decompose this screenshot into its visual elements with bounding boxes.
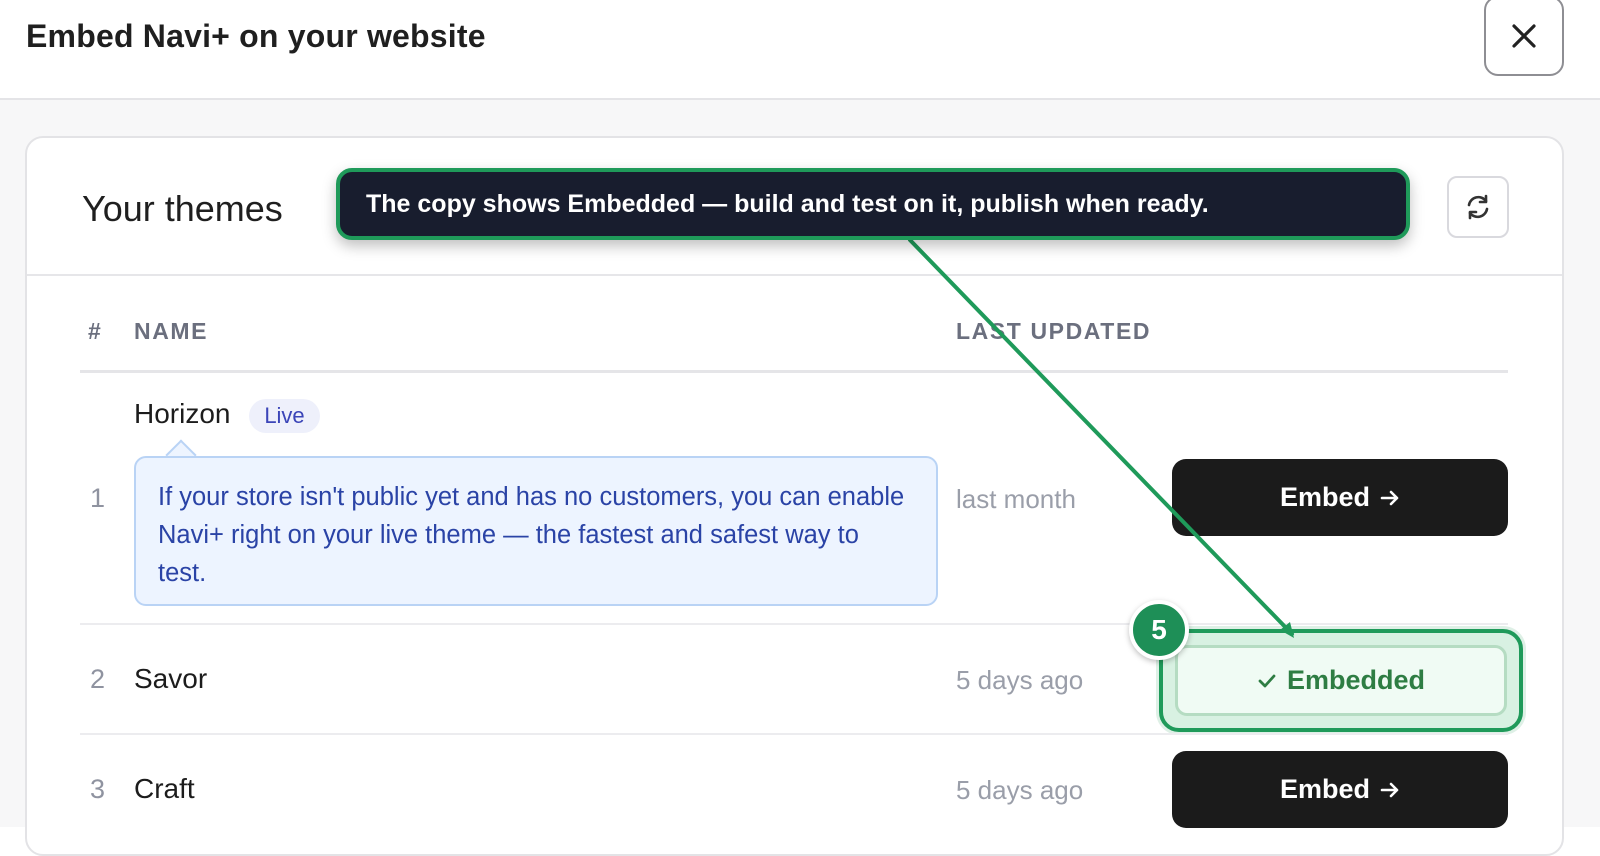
themes-card-title: Your themes [82, 188, 283, 229]
embed-button-horizon[interactable]: Embed [1172, 459, 1508, 536]
info-callout: If your store isn't public yet and has n… [134, 456, 938, 606]
highlight-ring: Embedded [1159, 629, 1523, 732]
close-icon [1512, 24, 1536, 48]
last-updated: 5 days ago [956, 775, 1084, 805]
refresh-button[interactable] [1447, 176, 1509, 238]
last-updated: 5 days ago [956, 665, 1084, 695]
row-number: 3 [90, 774, 106, 804]
column-header-name: NAME [134, 318, 209, 344]
refresh-icon [1467, 194, 1489, 220]
column-header-number: # [88, 318, 103, 344]
theme-name: Savor [134, 663, 208, 694]
step-number-badge: 5 [1129, 600, 1189, 660]
close-button[interactable] [1484, 0, 1564, 76]
live-badge: Live [249, 399, 320, 433]
row-divider [80, 733, 1508, 735]
arrow-right-icon [1380, 490, 1399, 505]
row-divider [80, 623, 1508, 625]
table-header-divider [80, 370, 1508, 373]
row-number: 2 [90, 664, 106, 694]
dialog-header: Embed Navi+ on your website [0, 0, 1600, 100]
embedded-button-label: Embedded [1286, 665, 1426, 695]
embedded-button-savor[interactable]: Embedded [1175, 645, 1507, 716]
check-icon [1258, 674, 1276, 687]
row-number: 1 [90, 483, 106, 513]
embed-button-label: Embed [1279, 482, 1371, 512]
embed-button-label: Embed [1279, 774, 1371, 804]
guide-tooltip: The copy shows Embedded — build and test… [336, 168, 1410, 240]
last-updated: last month [956, 484, 1076, 514]
theme-name: Horizon [134, 398, 231, 429]
theme-name: Craft [134, 773, 195, 804]
arrow-right-icon [1380, 782, 1399, 797]
dialog-title: Embed Navi+ on your website [26, 18, 486, 54]
column-header-last-updated: LAST UPDATED [956, 318, 1152, 344]
embed-button-craft[interactable]: Embed [1172, 751, 1508, 828]
